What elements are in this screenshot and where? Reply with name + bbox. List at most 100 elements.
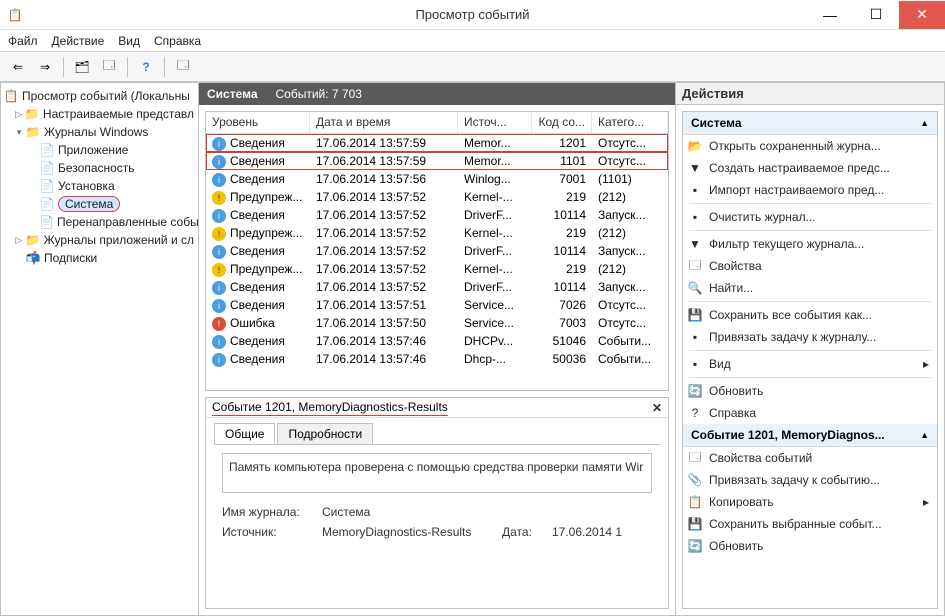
event-row[interactable]: !Предупреж...17.06.2014 13:57:52Kernel-.…: [206, 260, 668, 278]
actions-scroll[interactable]: Система▲📂Открыть сохраненный журна...▼Со…: [682, 111, 938, 609]
save-icon: 💾: [687, 307, 703, 323]
event-row[interactable]: iСведения17.06.2014 13:57:59Memor...1101…: [206, 152, 668, 170]
event-row[interactable]: iСведения17.06.2014 13:57:46DHCPv...5104…: [206, 332, 668, 350]
evattach-icon: 📎: [687, 472, 703, 488]
tree-application[interactable]: 📄Приложение: [1, 141, 198, 159]
action-refresh[interactable]: 🔄Обновить: [683, 380, 937, 402]
help-icon: ?: [687, 405, 703, 421]
toolbar: ⇐ ⇒ 🗂 🗔 ? 🗔: [0, 52, 945, 82]
action-view[interactable]: ▪Вид▸: [683, 353, 937, 375]
event-row[interactable]: !Предупреж...17.06.2014 13:57:52Kernel-.…: [206, 188, 668, 206]
tree-pane[interactable]: 📋 Просмотр событий (Локальны ▷ 📁 Настраи…: [1, 83, 199, 615]
action-help[interactable]: ?Справка: [683, 402, 937, 424]
info-icon: i: [212, 137, 226, 151]
tree-forwarded[interactable]: 📄Перенаправленные собы: [1, 213, 198, 231]
action-save[interactable]: 💾Сохранить все события как...: [683, 304, 937, 326]
event-detail-pane: Событие 1201, MemoryDiagnostics-Results …: [205, 397, 669, 609]
collapse-arrow-icon[interactable]: ▷: [13, 235, 25, 246]
event-row[interactable]: iСведения17.06.2014 13:57:52DriverF...10…: [206, 242, 668, 260]
chevron-up-icon: ▲: [920, 118, 929, 128]
actions-pane: Действия Система▲📂Открыть сохраненный жу…: [676, 83, 944, 615]
action-open[interactable]: 📂Открыть сохраненный журна...: [683, 135, 937, 157]
props-icon: 🗔: [687, 258, 703, 274]
toolbar-show-tree-button[interactable]: 🗂: [70, 55, 94, 79]
events-scroll[interactable]: iСведения17.06.2014 13:57:59Memor...1201…: [206, 134, 668, 390]
event-row[interactable]: iСведения17.06.2014 13:57:59Memor...1201…: [206, 134, 668, 152]
tree-subscriptions[interactable]: 📬Подписки: [1, 249, 198, 267]
titlebar: 📋 Просмотр событий — ☐ ✕: [0, 0, 945, 30]
toolbar-forward-button[interactable]: ⇒: [33, 55, 57, 79]
event-row[interactable]: !Предупреж...17.06.2014 13:57:52Kernel-.…: [206, 224, 668, 242]
source-label: Источник:: [222, 525, 322, 539]
error-icon: !: [212, 317, 226, 331]
action-savesel[interactable]: 💾Сохранить выбранные событ...: [683, 513, 937, 535]
event-row[interactable]: iСведения17.06.2014 13:57:46Dhcp-...5003…: [206, 350, 668, 368]
menu-help[interactable]: Справка: [154, 34, 201, 48]
menu-view[interactable]: Вид: [118, 34, 140, 48]
info-icon: i: [212, 155, 226, 169]
col-event-id[interactable]: Код со...: [532, 112, 592, 133]
chevron-up-icon: ▲: [920, 430, 929, 440]
action-filter[interactable]: ▼Фильтр текущего журнала...: [683, 233, 937, 255]
event-row[interactable]: iСведения17.06.2014 13:57:52DriverF...10…: [206, 206, 668, 224]
log-icon: 📄: [39, 178, 55, 194]
log-name-label: Имя журнала:: [222, 505, 322, 519]
warn-icon: !: [212, 227, 226, 241]
events-header[interactable]: Уровень Дата и время Источ... Код со... …: [206, 112, 668, 134]
expand-arrow-icon[interactable]: ▾: [13, 127, 25, 138]
action-copy[interactable]: 📋Копировать▸: [683, 491, 937, 513]
action-evattach[interactable]: 📎Привязать задачу к событию...: [683, 469, 937, 491]
action-section-event[interactable]: Событие 1201, MemoryDiagnos...▲: [683, 424, 937, 447]
view-icon: ▪: [687, 356, 703, 372]
subscription-icon: 📬: [25, 250, 41, 266]
action-create[interactable]: ▼Создать настраиваемое предс...: [683, 157, 937, 179]
col-level[interactable]: Уровень: [206, 112, 310, 133]
action-clear[interactable]: ▪Очистить журнал...: [683, 206, 937, 228]
maximize-button[interactable]: ☐: [853, 1, 899, 29]
action-evprops[interactable]: 🗔Свойства событий: [683, 447, 937, 469]
close-button[interactable]: ✕: [899, 1, 945, 29]
collapse-arrow-icon[interactable]: ▷: [13, 109, 25, 120]
tab-details[interactable]: Подробности: [277, 423, 373, 444]
event-row[interactable]: iСведения17.06.2014 13:57:56Winlog...700…: [206, 170, 668, 188]
event-row[interactable]: iСведения17.06.2014 13:57:52DriverF...10…: [206, 278, 668, 296]
action-import[interactable]: ▪Импорт настраиваемого пред...: [683, 179, 937, 201]
info-icon: i: [212, 173, 226, 187]
tree-security[interactable]: 📄Безопасность: [1, 159, 198, 177]
toolbar-back-button[interactable]: ⇐: [6, 55, 30, 79]
source-value: MemoryDiagnostics-Results: [322, 525, 502, 539]
action-refresh[interactable]: 🔄Обновить: [683, 535, 937, 557]
evprops-icon: 🗔: [687, 450, 703, 466]
center-header: Система Событий: 7 703: [199, 83, 675, 105]
log-icon: 📄: [39, 196, 55, 212]
tree-setup[interactable]: 📄Установка: [1, 177, 198, 195]
event-row[interactable]: !Ошибка17.06.2014 13:57:50Service...7003…: [206, 314, 668, 332]
menu-file[interactable]: Файл: [8, 34, 38, 48]
menu-action[interactable]: Действие: [52, 34, 105, 48]
detail-close-button[interactable]: ✕: [652, 401, 662, 415]
tree-windows-logs[interactable]: ▾ 📁 Журналы Windows: [1, 123, 198, 141]
minimize-button[interactable]: —: [807, 1, 853, 29]
tree-app-logs[interactable]: ▷ 📁 Журналы приложений и сл: [1, 231, 198, 249]
app-icon: 📋: [0, 0, 30, 30]
log-icon: 📄: [39, 160, 55, 176]
toolbar-help-button[interactable]: ?: [134, 55, 158, 79]
toolbar-properties-button[interactable]: 🗔: [97, 55, 121, 79]
event-row[interactable]: iСведения17.06.2014 13:57:51Service...70…: [206, 296, 668, 314]
action-attach[interactable]: ▪Привязать задачу к журналу...: [683, 326, 937, 348]
action-props[interactable]: 🗔Свойства: [683, 255, 937, 277]
col-date[interactable]: Дата и время: [310, 112, 458, 133]
action-find[interactable]: 🔍Найти...: [683, 277, 937, 299]
tab-general[interactable]: Общие: [214, 423, 275, 444]
toolbar-preview-button[interactable]: 🗔: [171, 55, 195, 79]
tree-root[interactable]: 📋 Просмотр событий (Локальны: [1, 87, 198, 105]
tree-system[interactable]: 📄Система: [1, 195, 198, 213]
col-category[interactable]: Катего...: [592, 112, 668, 133]
copy-icon: 📋: [687, 494, 703, 510]
col-source[interactable]: Источ...: [458, 112, 532, 133]
detail-title: Событие 1201, MemoryDiagnostics-Results: [212, 400, 448, 416]
log-icon: 📄: [39, 214, 54, 230]
tree-custom-views[interactable]: ▷ 📁 Настраиваемые представл: [1, 105, 198, 123]
actions-title: Действия: [676, 83, 944, 105]
action-section-system[interactable]: Система▲: [683, 112, 937, 135]
